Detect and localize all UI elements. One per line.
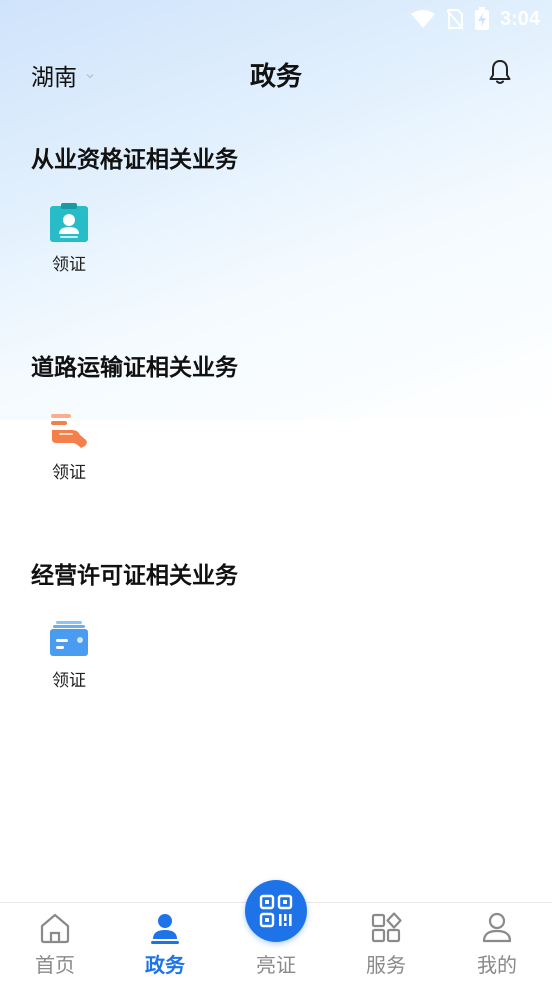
tile-collect-certificate[interactable]: 领证 bbox=[38, 202, 100, 282]
user-icon bbox=[482, 912, 512, 943]
grid-icon bbox=[371, 912, 402, 943]
card-stack-icon bbox=[50, 621, 88, 656]
no-sim-icon bbox=[446, 9, 464, 30]
person-icon bbox=[151, 914, 179, 944]
tab-label: 服务 bbox=[366, 953, 406, 977]
tab-label: 首页 bbox=[35, 953, 75, 977]
tab-label: 政务 bbox=[145, 953, 185, 977]
bell-icon[interactable] bbox=[486, 58, 514, 86]
id-card-icon bbox=[50, 203, 88, 242]
page-title: 政务 bbox=[249, 62, 302, 92]
tile-label: 领证 bbox=[52, 463, 86, 483]
status-time: 3:04 bbox=[499, 7, 540, 30]
tile-label: 领证 bbox=[52, 255, 86, 275]
wifi-icon bbox=[410, 10, 435, 28]
section-title: 道路运输证相关业务 bbox=[31, 355, 238, 381]
tab-label: 我的 bbox=[477, 953, 517, 977]
qr-code-icon bbox=[259, 894, 293, 928]
section-title: 从业资格证相关业务 bbox=[31, 147, 238, 173]
tab-home[interactable]: 首页 bbox=[0, 903, 110, 981]
status-bar: 3:04 bbox=[0, 0, 552, 38]
section-title: 经营许可证相关业务 bbox=[31, 563, 238, 589]
show-certificate-label: 亮证 bbox=[256, 953, 296, 977]
battery-charging-icon bbox=[474, 7, 489, 30]
hand-document-icon bbox=[51, 414, 87, 448]
tab-mine[interactable]: 我的 bbox=[442, 903, 552, 981]
show-certificate-button[interactable] bbox=[245, 880, 307, 942]
app-header: 湖南 政务 bbox=[0, 50, 552, 96]
tile-collect-certificate[interactable]: 领证 bbox=[38, 410, 100, 490]
tile-collect-certificate[interactable]: 领证 bbox=[38, 618, 100, 698]
tab-services[interactable]: 服务 bbox=[331, 903, 441, 981]
tab-government-affairs[interactable]: 政务 bbox=[110, 903, 220, 981]
home-icon bbox=[40, 913, 70, 944]
tile-label: 领证 bbox=[52, 671, 86, 691]
